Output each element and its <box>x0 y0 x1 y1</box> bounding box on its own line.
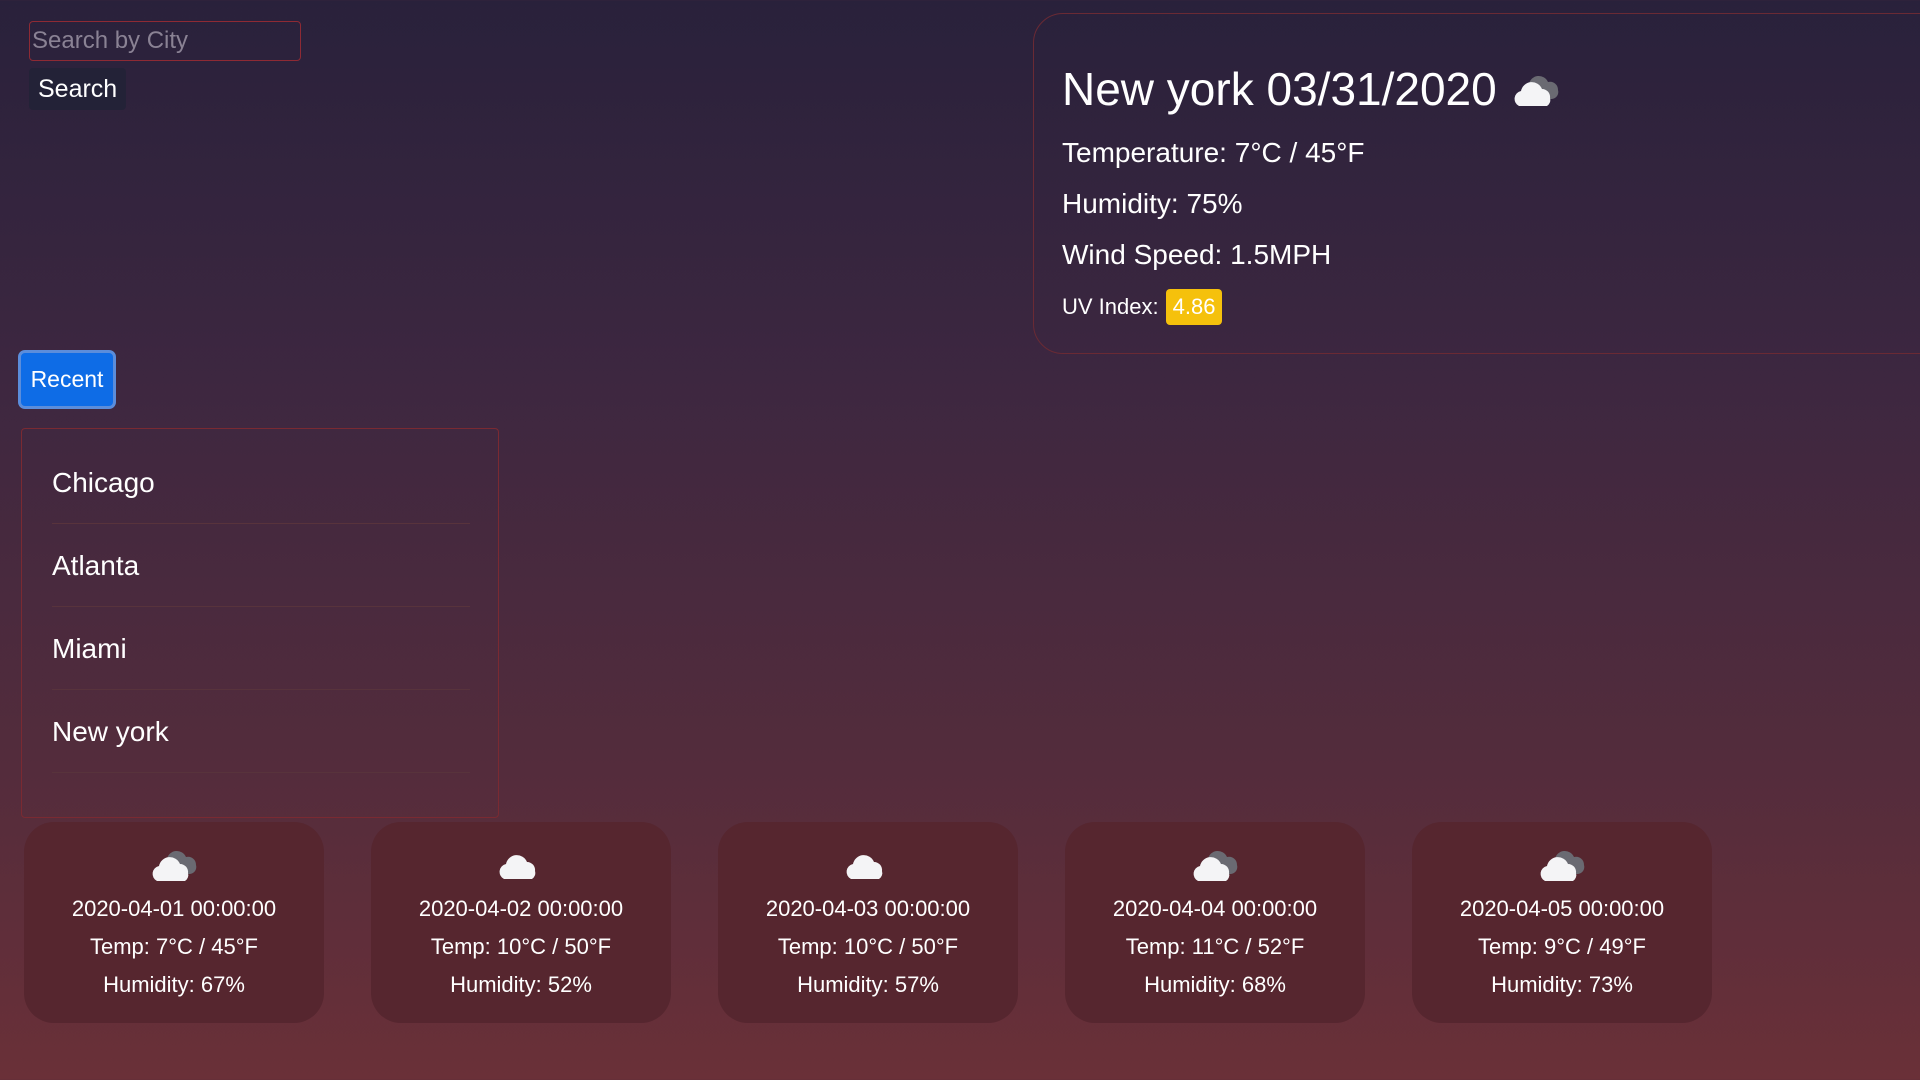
current-temperature: Temperature: 7°C / 45°F <box>1062 137 1365 168</box>
recent-cities-list: Chicago Atlanta Miami New york <box>21 428 499 818</box>
current-date: 03/31/2020 <box>1266 63 1497 115</box>
forecast-humidity: Humidity: 52% <box>450 972 592 997</box>
forecast-card: 2020-04-03 00:00:00 Temp: 10°C / 50°F Hu… <box>718 822 1018 1023</box>
forecast-temp: Temp: 10°C / 50°F <box>777 934 959 959</box>
recent-button[interactable]: Recent <box>18 350 116 409</box>
current-weather-card: New york 03/31/2020 Temperature: 7°C / 4… <box>1033 13 1920 354</box>
forecast-row: 2020-04-01 00:00:00 Temp: 7°C / 45°F Hum… <box>24 822 1712 1023</box>
forecast-date: 2020-04-02 00:00:00 <box>418 896 624 921</box>
forecast-humidity: Humidity: 57% <box>797 972 939 997</box>
broken-clouds-icon <box>1412 845 1712 885</box>
recent-city-atlanta[interactable]: Atlanta <box>52 525 470 607</box>
cloud-icon <box>371 845 671 885</box>
forecast-date: 2020-04-05 00:00:00 <box>1459 896 1665 921</box>
broken-clouds-icon <box>1509 70 1563 110</box>
broken-clouds-icon <box>1065 845 1365 885</box>
search-input[interactable] <box>29 21 301 61</box>
forecast-humidity: Humidity: 67% <box>103 972 245 997</box>
forecast-temp: Temp: 11°C / 52°F <box>1125 934 1305 959</box>
uv-index-row: UV Index: 4.86 <box>1062 288 1920 325</box>
recent-city-new-york[interactable]: New york <box>52 691 470 773</box>
search-button[interactable]: Search <box>29 68 127 110</box>
forecast-temp: Temp: 7°C / 45°F <box>90 934 258 959</box>
forecast-date: 2020-04-04 00:00:00 <box>1112 896 1318 921</box>
current-city: New york <box>1062 63 1254 115</box>
forecast-date: 2020-04-01 00:00:00 <box>71 896 277 921</box>
forecast-temp: Temp: 10°C / 50°F <box>430 934 612 959</box>
forecast-date: 2020-04-03 00:00:00 <box>765 896 971 921</box>
current-wind-speed: Wind Speed: 1.5MPH <box>1062 239 1332 271</box>
cloud-icon <box>718 845 1018 885</box>
recent-city-chicago[interactable]: Chicago <box>52 442 470 524</box>
recent-city-miami[interactable]: Miami <box>52 608 470 690</box>
forecast-card: 2020-04-05 00:00:00 Temp: 9°C / 49°F Hum… <box>1412 822 1712 1023</box>
forecast-temp: Temp: 9°C / 49°F <box>1478 934 1646 959</box>
forecast-card: 2020-04-04 00:00:00 Temp: 11°C / 52°F Hu… <box>1065 822 1365 1023</box>
forecast-card: 2020-04-01 00:00:00 Temp: 7°C / 45°F Hum… <box>24 822 324 1023</box>
current-humidity: Humidity: 75% <box>1062 188 1243 220</box>
forecast-humidity: Humidity: 68% <box>1144 972 1286 997</box>
forecast-card: 2020-04-02 00:00:00 Temp: 10°C / 50°F Hu… <box>371 822 671 1023</box>
forecast-humidity: Humidity: 73% <box>1491 972 1633 997</box>
current-weather-title: New york 03/31/2020 <box>1062 66 1920 112</box>
broken-clouds-icon <box>24 845 324 885</box>
uv-index-badge: 4.86 <box>1165 288 1223 325</box>
uv-index-label: UV Index: <box>1062 293 1159 319</box>
